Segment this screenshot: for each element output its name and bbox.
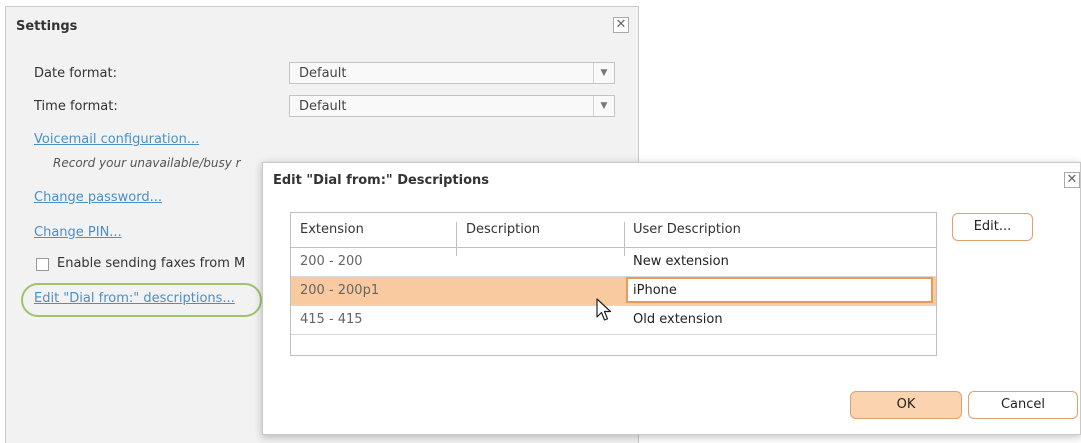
chevron-down-icon[interactable]: ▼	[593, 96, 614, 116]
chevron-down-icon[interactable]: ▼	[593, 63, 614, 83]
grid-header: Extension Description User Description	[291, 213, 936, 256]
time-format-label: Time format:	[34, 99, 118, 114]
cell-extension: 200 - 200p1	[300, 283, 380, 298]
date-format-label: Date format:	[34, 66, 117, 81]
cancel-button[interactable]: Cancel	[968, 391, 1078, 419]
settings-title: Settings	[16, 19, 78, 34]
date-format-value: Default	[299, 66, 347, 81]
column-header-description[interactable]: Description	[466, 222, 540, 237]
edit-dial-from-link[interactable]: Edit "Dial from:" descriptions...	[34, 291, 235, 306]
table-row[interactable]: 200 - 200 New extension	[291, 248, 936, 276]
column-header-user-description[interactable]: User Description	[633, 222, 741, 237]
voicemail-hint: Record your unavailable/busy r	[53, 156, 241, 170]
time-format-select[interactable]: Default ▼	[289, 95, 615, 117]
cell-extension: 415 - 415	[300, 312, 363, 327]
dialog-title: Edit "Dial from:" Descriptions	[273, 173, 490, 188]
dial-from-dialog: Edit "Dial from:" Descriptions ✕ Extensi…	[262, 162, 1081, 435]
settings-close-icon[interactable]: ✕	[613, 17, 629, 33]
row-divider	[291, 334, 936, 335]
date-format-select[interactable]: Default ▼	[289, 62, 615, 84]
enable-fax-checkbox[interactable]	[36, 258, 49, 271]
ok-button[interactable]: OK	[850, 391, 962, 419]
mouse-pointer-icon	[596, 298, 612, 321]
column-header-extension[interactable]: Extension	[300, 222, 364, 237]
cell-user-description[interactable]: iPhone	[633, 283, 677, 298]
dialog-close-icon[interactable]: ✕	[1064, 172, 1080, 188]
cell-user-description: New extension	[633, 254, 729, 269]
enable-fax-label: Enable sending faxes from M	[57, 256, 246, 271]
voicemail-configuration-link[interactable]: Voicemail configuration...	[34, 132, 199, 147]
cell-user-description: Old extension	[633, 312, 723, 327]
descriptions-grid: Extension Description User Description 2…	[290, 212, 937, 356]
edit-button[interactable]: Edit...	[952, 213, 1033, 241]
cell-extension: 200 - 200	[300, 254, 363, 269]
time-format-value: Default	[299, 99, 347, 114]
change-pin-link[interactable]: Change PIN...	[34, 225, 122, 240]
change-password-link[interactable]: Change password...	[34, 190, 162, 205]
